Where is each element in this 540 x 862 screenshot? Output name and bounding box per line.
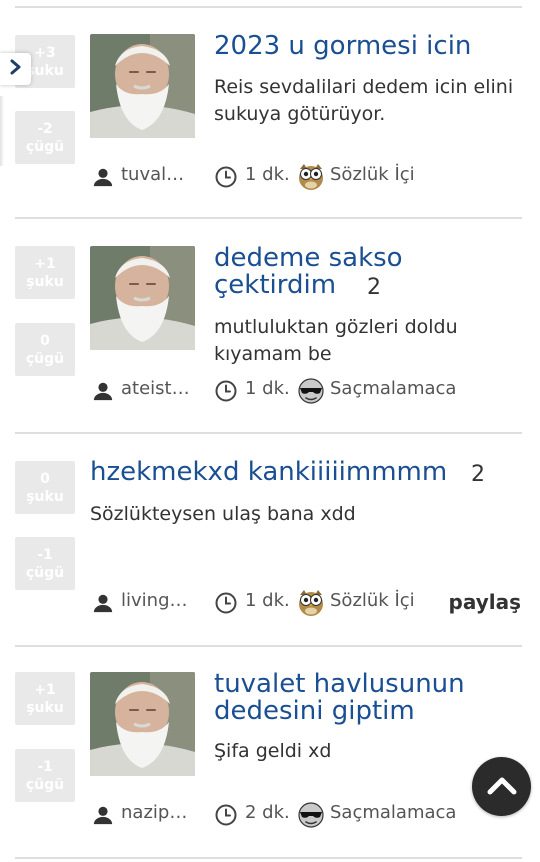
downvote-button[interactable]: -1 çügü — [15, 537, 75, 590]
entry-time: 1 dk. — [245, 164, 290, 185]
scroll-to-top-button[interactable] — [472, 757, 531, 816]
separator — [15, 645, 522, 647]
clock-icon — [214, 591, 238, 619]
sidebar-edge — [0, 96, 4, 166]
upvote-label: şuku — [26, 488, 64, 505]
sunglasses-face-icon — [296, 799, 326, 833]
upvote-button[interactable]: 0 şuku — [15, 461, 75, 514]
entry-title[interactable]: hzekmekxd kankiiiiimmmm — [90, 459, 510, 486]
entry-count-badge: 2 — [471, 462, 485, 487]
downvote-label: çügü — [25, 776, 65, 793]
downvote-count: -2 — [37, 120, 53, 137]
entry-title[interactable]: 2023 u gormesi icin — [214, 33, 514, 60]
downvote-count: -1 — [37, 546, 53, 563]
entry-meta: living dead 1 dk. Sözlük İçi paylaş — [90, 590, 530, 620]
owl-icon — [296, 161, 326, 195]
author-link[interactable]: living dead — [121, 590, 191, 611]
upvote-button[interactable]: +1 şuku — [15, 672, 75, 725]
upvote-count: +1 — [34, 681, 56, 698]
entry-title[interactable]: tuvalet havlusunun dedesini giptim — [214, 671, 474, 725]
clock-icon — [214, 803, 238, 831]
sunglasses-face-icon — [296, 375, 326, 409]
separator — [15, 857, 522, 859]
downvote-label: çügü — [25, 138, 65, 155]
entry-time: 2 dk. — [245, 802, 290, 823]
entry-time: 1 dk. — [245, 590, 290, 611]
downvote-count: -1 — [37, 758, 53, 775]
upvote-button[interactable]: +1 şuku — [15, 246, 75, 299]
entry-meta: nazipasa 2 dk. Saçmalamaca — [90, 802, 530, 832]
entry-count-badge: 2 — [367, 275, 381, 300]
sidebar-toggle[interactable] — [0, 53, 31, 85]
downvote-button[interactable]: -2 çügü — [15, 111, 75, 164]
downvote-button[interactable]: -1 çügü — [15, 749, 75, 802]
entry-content: Sözlükteysen ulaş bana xdd — [90, 503, 356, 525]
author-link[interactable]: ateist dede — [121, 378, 191, 399]
owl-icon — [296, 587, 326, 621]
category-link[interactable]: Saçmalamaca — [330, 802, 456, 823]
share-button[interactable]: paylaş — [449, 590, 522, 614]
upvote-count: 0 — [40, 470, 50, 487]
clock-icon — [214, 379, 238, 407]
entry-meta: ateist dede 1 dk. Saçmalamaca — [90, 378, 530, 408]
category-link[interactable]: Sözlük İçi — [330, 164, 415, 185]
author-link[interactable]: nazipasa — [121, 802, 191, 823]
upvote-label: şuku — [26, 699, 64, 716]
entry-image[interactable] — [90, 246, 195, 350]
user-icon — [92, 804, 114, 830]
chevron-up-icon — [487, 775, 517, 799]
chevron-right-icon — [9, 59, 23, 79]
entry-content: Reis sevdalilari dedem icin elini sukuya… — [214, 76, 514, 125]
separator — [15, 6, 522, 8]
entry-image[interactable] — [90, 34, 195, 138]
category-link[interactable]: Saçmalamaca — [330, 378, 456, 399]
user-icon — [92, 380, 114, 406]
upvote-label: şuku — [26, 62, 64, 79]
entry-time: 1 dk. — [245, 378, 290, 399]
clock-icon — [214, 165, 238, 193]
entry-meta: tuvaletkağıdı 1 dk. Sözlük İçi — [90, 164, 530, 194]
separator — [15, 432, 522, 434]
downvote-button[interactable]: 0 çügü — [15, 323, 75, 376]
entry-title[interactable]: dedeme sakso çektirdim — [214, 245, 444, 299]
downvote-label: çügü — [25, 350, 65, 367]
upvote-count: +1 — [34, 255, 56, 272]
author-link[interactable]: tuvaletkağıdı — [121, 164, 191, 185]
separator — [15, 217, 522, 219]
upvote-count: +3 — [34, 44, 56, 61]
entry-image[interactable] — [90, 672, 195, 776]
entry-content: mutluluktan gözleri doldu kıyamam be — [214, 316, 458, 365]
user-icon — [92, 592, 114, 618]
upvote-label: şuku — [26, 273, 64, 290]
user-icon — [92, 166, 114, 192]
downvote-label: çügü — [25, 564, 65, 581]
category-link[interactable]: Sözlük İçi — [330, 590, 415, 611]
entry-content: Şifa geldi xd — [214, 740, 332, 762]
downvote-count: 0 — [40, 332, 50, 349]
